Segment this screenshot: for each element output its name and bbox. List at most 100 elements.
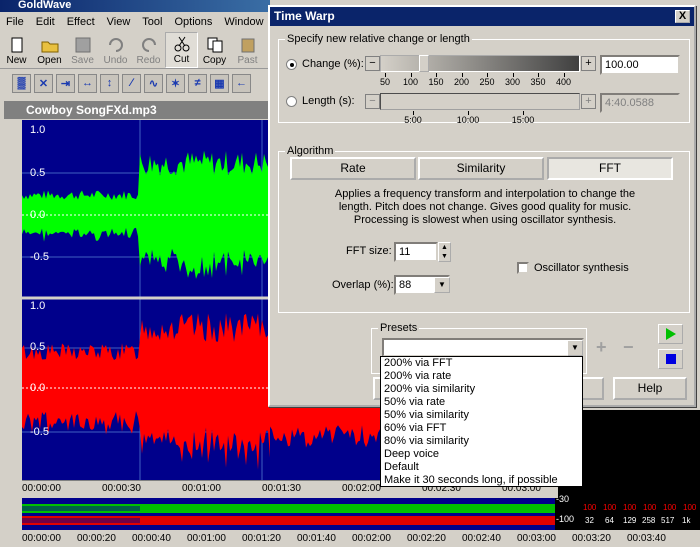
change-tick-mark bbox=[538, 73, 539, 77]
tool-icon-11[interactable]: ← bbox=[232, 73, 251, 93]
tool-icon-4[interactable]: ↔ bbox=[78, 73, 97, 93]
tool-icon-7[interactable]: ∿ bbox=[144, 73, 163, 93]
tool-icon-5[interactable]: ↕ bbox=[100, 73, 119, 93]
copy-button[interactable]: Copy bbox=[198, 32, 231, 68]
preset-option[interactable]: Default bbox=[381, 461, 582, 474]
menu-file[interactable]: File bbox=[0, 16, 30, 28]
overlap-dropdown-arrow[interactable]: ▼ bbox=[434, 277, 450, 293]
tool-icon-8[interactable]: ✶ bbox=[166, 73, 185, 93]
timeline-label: 00:02:00 bbox=[342, 483, 381, 494]
new-label: New bbox=[6, 55, 27, 66]
timeline2-label: 00:01:00 bbox=[187, 533, 226, 544]
timeline2-label: 00:01:40 bbox=[297, 533, 336, 544]
length-tick-label: 5:00 bbox=[404, 115, 422, 125]
overview-waveform[interactable] bbox=[22, 498, 555, 530]
save-disk-icon bbox=[75, 37, 90, 53]
menu-edit[interactable]: Edit bbox=[30, 16, 61, 28]
length-input[interactable]: 4:40.0588 bbox=[600, 93, 680, 113]
preset-option[interactable]: 80% via similarity bbox=[381, 435, 582, 448]
presets-select[interactable] bbox=[382, 338, 584, 357]
menu-options[interactable]: Options bbox=[168, 16, 218, 28]
length-radio[interactable] bbox=[286, 96, 297, 107]
new-button[interactable]: New bbox=[0, 32, 33, 68]
menu-window[interactable]: Window bbox=[218, 16, 269, 28]
presets-dropdown-arrow[interactable]: ▼ bbox=[567, 340, 583, 356]
new-file-icon bbox=[11, 37, 22, 53]
copy-icon bbox=[207, 37, 222, 53]
tool-icon-10[interactable]: ▦ bbox=[210, 73, 229, 93]
redo-button[interactable]: Redo bbox=[132, 32, 165, 68]
tool-icon-3[interactable]: ⇥ bbox=[56, 73, 75, 93]
dialog-title-bar: Time Warp bbox=[270, 7, 694, 26]
tool-icon-1[interactable]: ▓ bbox=[12, 73, 31, 93]
preset-option[interactable]: 50% via similarity bbox=[381, 409, 582, 422]
oscillator-label: Oscillator synthesis bbox=[534, 262, 629, 274]
length-plus-button[interactable]: + bbox=[581, 94, 596, 109]
presets-dropdown-list[interactable]: 200% via FFT 200% via rate 200% via simila… bbox=[380, 356, 583, 487]
change-tick-mark bbox=[410, 73, 412, 77]
overview-quiet-left bbox=[22, 506, 140, 511]
fft-button[interactable]: FFT bbox=[547, 157, 673, 180]
change-input[interactable]: 100.00 bbox=[600, 55, 680, 75]
preset-option[interactable]: 200% via FFT bbox=[381, 357, 582, 370]
redo-label: Redo bbox=[136, 55, 161, 66]
timeline2-label: 00:00:20 bbox=[77, 533, 116, 544]
cut-button[interactable]: Cut bbox=[165, 32, 198, 68]
preset-option[interactable]: 50% via rate bbox=[381, 396, 582, 409]
paste-button[interactable]: Past bbox=[231, 32, 264, 68]
timeline2-label: 00:01:20 bbox=[242, 533, 281, 544]
rate-button[interactable]: Rate bbox=[290, 157, 416, 180]
change-slider-thumb[interactable] bbox=[419, 55, 429, 72]
play-button[interactable] bbox=[658, 324, 683, 344]
menu-tool[interactable]: Tool bbox=[136, 16, 168, 28]
timeline2-label: 00:00:00 bbox=[22, 533, 61, 544]
change-tick-mark bbox=[512, 73, 514, 77]
similarity-button[interactable]: Similarity bbox=[418, 157, 544, 180]
preset-option[interactable]: 200% via rate bbox=[381, 370, 582, 383]
tool-icon-6[interactable]: ∕ bbox=[122, 73, 141, 93]
change-radio[interactable] bbox=[286, 59, 297, 70]
open-button[interactable]: Open bbox=[33, 32, 66, 68]
change-tick-mark bbox=[487, 73, 488, 77]
spectrum-top-5: 100 bbox=[663, 503, 677, 512]
change-tick-label: 400 bbox=[555, 77, 572, 87]
tool-icon-9[interactable]: ≠ bbox=[188, 73, 207, 93]
spectrum-freq-3: 129 bbox=[623, 516, 637, 525]
change-tick-mark bbox=[385, 73, 386, 77]
help-button[interactable]: Help bbox=[613, 377, 687, 400]
fft-size-input[interactable]: 11 bbox=[394, 242, 438, 262]
app-title: GoldWave bbox=[18, 0, 72, 11]
menu-effect[interactable]: Effect bbox=[61, 16, 101, 28]
add-preset-button[interactable]: + bbox=[596, 337, 607, 358]
length-minus-button[interactable]: − bbox=[365, 94, 380, 109]
change-slider[interactable] bbox=[380, 55, 580, 72]
oscillator-checkbox[interactable] bbox=[517, 262, 529, 274]
change-minus-button[interactable]: − bbox=[365, 56, 380, 71]
preset-option[interactable]: 60% via FFT bbox=[381, 422, 582, 435]
close-button[interactable]: X bbox=[675, 10, 690, 23]
change-tick-mark bbox=[436, 73, 437, 77]
undo-button[interactable]: Undo bbox=[99, 32, 132, 68]
scissors-icon bbox=[174, 36, 189, 52]
length-slider[interactable] bbox=[380, 93, 580, 110]
spectrum-top-4: 100 bbox=[643, 503, 657, 512]
spectrum-freq-5: 517 bbox=[661, 516, 675, 525]
preset-option[interactable]: Deep voice bbox=[381, 448, 582, 461]
fft-size-spinner[interactable]: ▲ ▼ bbox=[438, 242, 451, 262]
algorithm-description: Applies a frequency transform and interp… bbox=[334, 188, 636, 226]
stop-button[interactable] bbox=[658, 349, 683, 369]
change-plus-button[interactable]: + bbox=[581, 56, 596, 71]
tool-icon-2[interactable]: ✕ bbox=[34, 73, 53, 93]
timeline2-label: 00:03:40 bbox=[627, 533, 666, 544]
spectrum-freq-1: 32 bbox=[585, 516, 594, 525]
save-button[interactable]: Save bbox=[66, 32, 99, 68]
preset-option[interactable]: 200% via similarity bbox=[381, 383, 582, 396]
spectrum-top-2: 100 bbox=[603, 503, 617, 512]
length-label: Length (s): bbox=[302, 95, 355, 107]
menu-view[interactable]: View bbox=[101, 16, 137, 28]
remove-preset-button[interactable]: − bbox=[623, 337, 634, 358]
preset-option[interactable]: Make it 30 seconds long, if possible bbox=[381, 474, 582, 487]
waveform-view[interactable]: 1.0 0.5 0.0 -0.5 1.0 0.5 0.0 -0.5 bbox=[22, 120, 270, 480]
spectrum-freq-6: 1k bbox=[682, 516, 691, 525]
timeline2-label: 00:00:40 bbox=[132, 533, 171, 544]
